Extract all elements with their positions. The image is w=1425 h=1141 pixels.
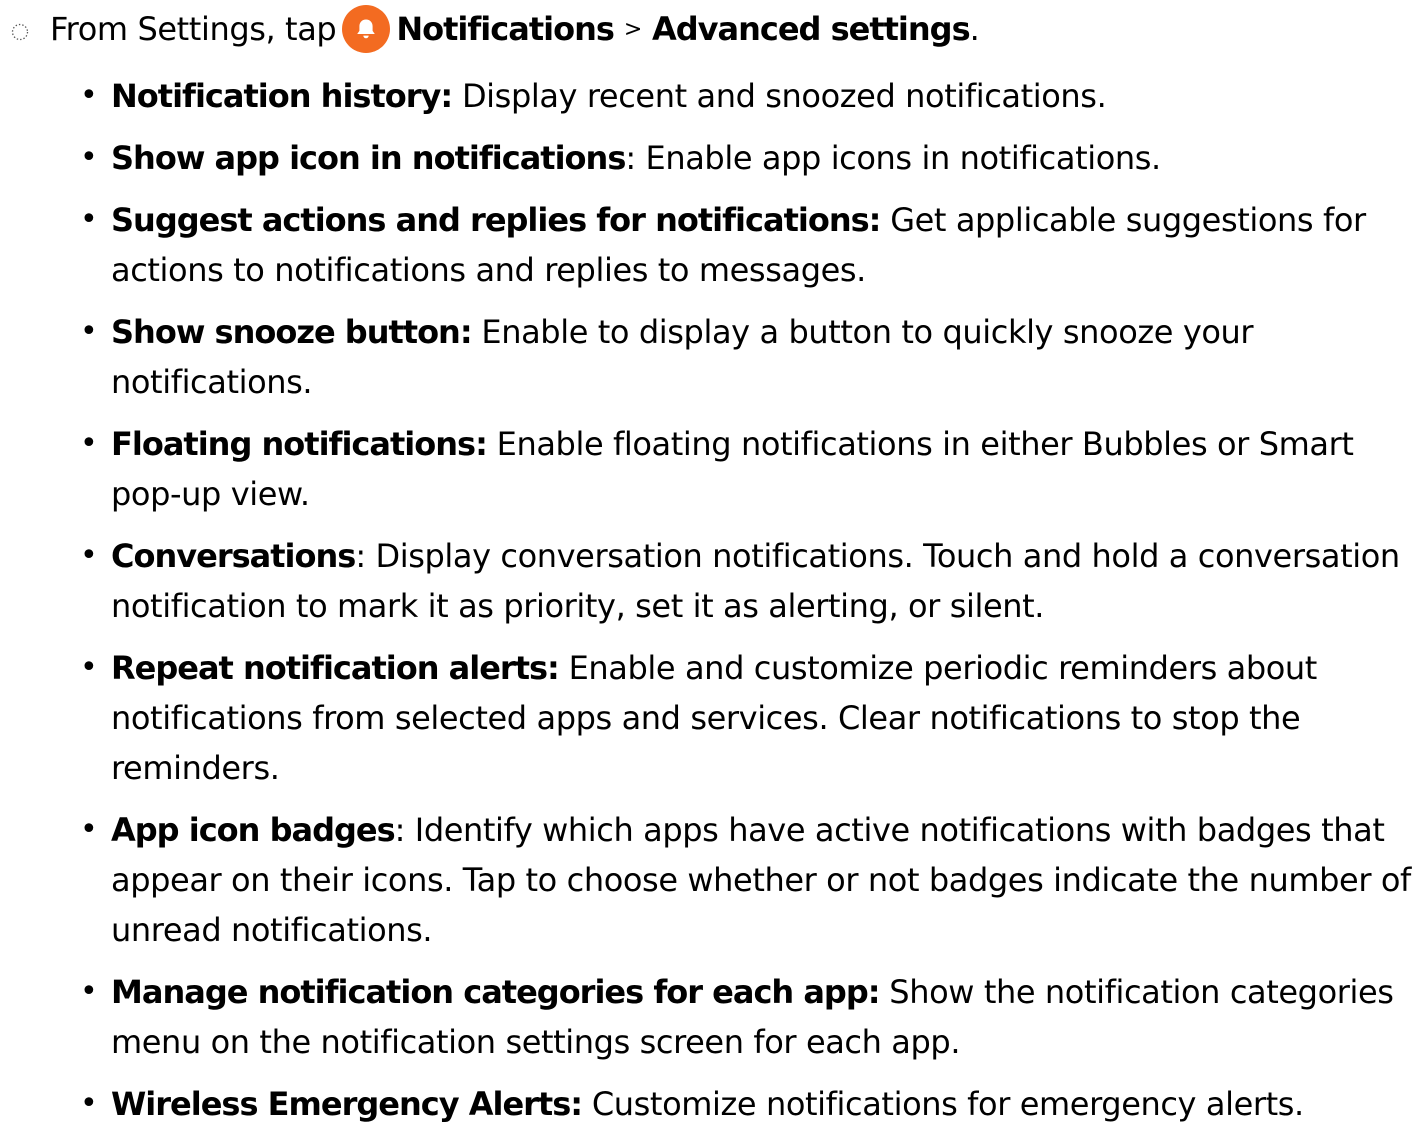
- list-item: • Show app icon in notifications: Enable …: [80, 133, 1420, 183]
- setting-term: Conversations: [111, 537, 356, 575]
- setting-term: Wireless Emergency Alerts:: [111, 1085, 583, 1123]
- notifications-bell-icon: [342, 5, 391, 53]
- bullet-dot: •: [80, 812, 98, 847]
- setting-term: Show snooze button:: [111, 313, 473, 351]
- bullet-dot: •: [80, 538, 98, 573]
- list-item: • Wireless Emergency Alerts: Customize no…: [80, 1079, 1420, 1129]
- setting-term: App icon badges: [111, 811, 396, 849]
- list-item: • Notification history: Display recent an…: [80, 71, 1420, 121]
- step-end: .: [969, 10, 980, 48]
- setting-term: Repeat notification alerts:: [111, 649, 560, 687]
- bullet-dot: •: [80, 202, 98, 237]
- setting-term: Suggest actions and replies for notifica…: [111, 201, 881, 239]
- list-item: • Show snooze button: Enable to display a…: [80, 307, 1420, 407]
- step-prefix: From Settings, tap: [50, 10, 337, 48]
- list-item: • Conversations: Display conversation not…: [80, 531, 1420, 631]
- list-item: • App icon badges: Identify which apps ha…: [80, 805, 1420, 955]
- list-item: • Manage notification categories for each…: [80, 967, 1420, 1067]
- step-instruction: From Settings, tap Notifications > Advan…: [10, 5, 980, 53]
- bullet-dot: •: [80, 426, 98, 461]
- list-item: • Floating notifications: Enable floating…: [80, 419, 1420, 519]
- bullet-dot: •: [80, 1086, 98, 1121]
- notifications-menu-label: Notifications: [396, 10, 615, 48]
- bullet-dot: •: [80, 650, 98, 685]
- advanced-settings-menu-label: Advanced settings: [651, 10, 971, 48]
- bullet-dot: •: [80, 974, 98, 1009]
- bullet-dot: •: [80, 78, 98, 113]
- setting-term: Manage notification categories for each …: [111, 973, 881, 1011]
- list-item: • Repeat notification alerts: Enable and …: [80, 643, 1420, 793]
- setting-description: Display recent and snoozed notifications…: [452, 77, 1107, 115]
- dotted-circle-icon: [11, 23, 29, 41]
- bullet-dot: •: [80, 140, 98, 175]
- setting-description: Customize notifications for emergency al…: [582, 1085, 1304, 1123]
- advanced-settings-list: • Notification history: Display recent an…: [80, 71, 1420, 1141]
- bullet-dot: •: [80, 314, 98, 349]
- path-separator: >: [623, 16, 642, 42]
- setting-description: : Enable app icons in notifications.: [625, 139, 1161, 177]
- list-item: • Suggest actions and replies for notific…: [80, 195, 1420, 295]
- setting-term: Notification history:: [111, 77, 453, 115]
- setting-term: Show app icon in notifications: [111, 139, 626, 177]
- setting-term: Floating notifications:: [111, 425, 488, 463]
